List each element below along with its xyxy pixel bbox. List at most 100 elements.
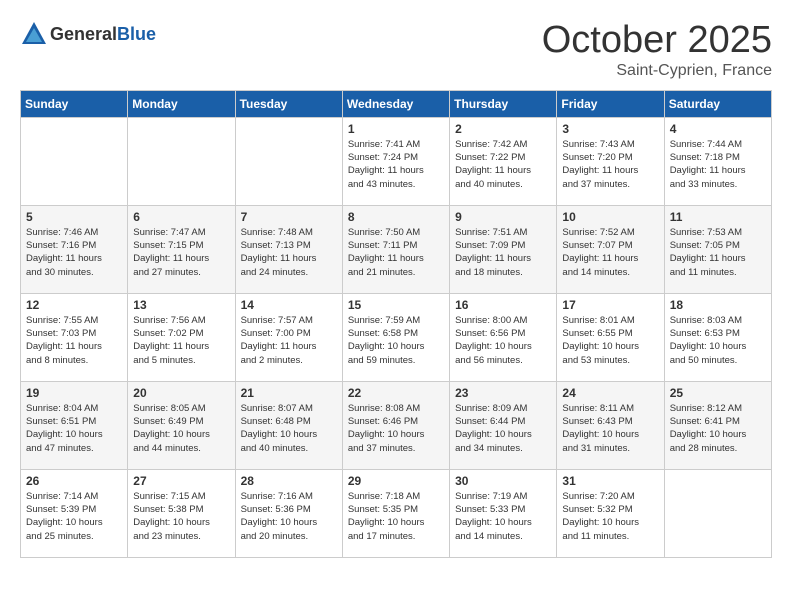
calendar-cell: 23 Sunrise: 8:09 AM Sunset: 6:44 PM Dayli…	[450, 381, 557, 469]
calendar-cell: 8Sunrise: 7:50 AM Sunset: 7:11 PM Daylig…	[342, 205, 449, 293]
cell-info: Sunrise: 7:47 AM Sunset: 7:15 PM Dayligh…	[133, 226, 229, 279]
calendar-cell: 13 Sunrise: 7:56 AM Sunset: 7:02 PM Dayli…	[128, 293, 235, 381]
day-number: 26	[26, 474, 122, 488]
cell-info: Sunrise: 7:48 AM Sunset: 7:13 PM Dayligh…	[241, 226, 337, 279]
cell-info: Sunrise: 7:50 AM Sunset: 7:11 PM Dayligh…	[348, 226, 444, 279]
cell-info: Sunrise: 7:43 AM Sunset: 7:20 PM Dayligh…	[562, 138, 658, 191]
cell-info: Sunrise: 7:51 AM Sunset: 7:09 PM Dayligh…	[455, 226, 551, 279]
calendar-cell: 18 Sunrise: 8:03 AM Sunset: 6:53 PM Dayli…	[664, 293, 771, 381]
weekday-header-cell: Friday	[557, 90, 664, 117]
calendar-cell: 20 Sunrise: 8:05 AM Sunset: 6:49 PM Dayli…	[128, 381, 235, 469]
day-number: 2	[455, 122, 551, 136]
calendar-cell: 1 Sunrise: 7:41 AM Sunset: 7:24 PM Daylig…	[342, 117, 449, 205]
day-number: 4	[670, 122, 766, 136]
calendar-cell: 30 Sunrise: 7:19 AM Sunset: 5:33 PM Dayli…	[450, 469, 557, 557]
day-number: 3	[562, 122, 658, 136]
day-number: 23	[455, 386, 551, 400]
day-number: 14	[241, 298, 337, 312]
cell-info: Sunrise: 7:41 AM Sunset: 7:24 PM Dayligh…	[348, 138, 444, 191]
calendar-week-row: 1 Sunrise: 7:41 AM Sunset: 7:24 PM Daylig…	[21, 117, 772, 205]
cell-info: Sunrise: 7:57 AM Sunset: 7:00 PM Dayligh…	[241, 314, 337, 367]
weekday-header-cell: Monday	[128, 90, 235, 117]
cell-info: Sunrise: 8:12 AM Sunset: 6:41 PM Dayligh…	[670, 402, 766, 455]
calendar-cell: 15Sunrise: 7:59 AM Sunset: 6:58 PM Dayli…	[342, 293, 449, 381]
cell-info: Sunrise: 7:42 AM Sunset: 7:22 PM Dayligh…	[455, 138, 551, 191]
calendar-cell: 11 Sunrise: 7:53 AM Sunset: 7:05 PM Dayli…	[664, 205, 771, 293]
day-number: 25	[670, 386, 766, 400]
day-number: 18	[670, 298, 766, 312]
day-number: 17	[562, 298, 658, 312]
calendar-cell: 26 Sunrise: 7:14 AM Sunset: 5:39 PM Dayli…	[21, 469, 128, 557]
calendar-cell: 7 Sunrise: 7:48 AM Sunset: 7:13 PM Daylig…	[235, 205, 342, 293]
day-number: 11	[670, 210, 766, 224]
day-number: 19	[26, 386, 122, 400]
cell-info: Sunrise: 7:14 AM Sunset: 5:39 PM Dayligh…	[26, 490, 122, 543]
day-number: 22	[348, 386, 444, 400]
cell-info: Sunrise: 7:56 AM Sunset: 7:02 PM Dayligh…	[133, 314, 229, 367]
cell-info: Sunrise: 8:01 AM Sunset: 6:55 PM Dayligh…	[562, 314, 658, 367]
cell-info: Sunrise: 7:15 AM Sunset: 5:38 PM Dayligh…	[133, 490, 229, 543]
cell-info: Sunrise: 8:09 AM Sunset: 6:44 PM Dayligh…	[455, 402, 551, 455]
logo-general-text: General	[50, 24, 117, 44]
day-number: 24	[562, 386, 658, 400]
calendar-week-row: 19Sunrise: 8:04 AM Sunset: 6:51 PM Dayli…	[21, 381, 772, 469]
cell-info: Sunrise: 7:19 AM Sunset: 5:33 PM Dayligh…	[455, 490, 551, 543]
calendar-cell: 5 Sunrise: 7:46 AM Sunset: 7:16 PM Daylig…	[21, 205, 128, 293]
cell-info: Sunrise: 7:52 AM Sunset: 7:07 PM Dayligh…	[562, 226, 658, 279]
calendar-cell	[235, 117, 342, 205]
day-number: 16	[455, 298, 551, 312]
calendar-cell: 17 Sunrise: 8:01 AM Sunset: 6:55 PM Dayli…	[557, 293, 664, 381]
weekday-header-cell: Wednesday	[342, 90, 449, 117]
calendar-week-row: 12 Sunrise: 7:55 AM Sunset: 7:03 PM Dayli…	[21, 293, 772, 381]
day-number: 15	[348, 298, 444, 312]
day-number: 27	[133, 474, 229, 488]
location-title: Saint-Cyprien, France	[542, 62, 772, 80]
calendar-week-row: 26 Sunrise: 7:14 AM Sunset: 5:39 PM Dayli…	[21, 469, 772, 557]
cell-info: Sunrise: 8:05 AM Sunset: 6:49 PM Dayligh…	[133, 402, 229, 455]
day-number: 28	[241, 474, 337, 488]
weekday-header-cell: Tuesday	[235, 90, 342, 117]
cell-info: Sunrise: 7:18 AM Sunset: 5:35 PM Dayligh…	[348, 490, 444, 543]
cell-info: Sunrise: 7:16 AM Sunset: 5:36 PM Dayligh…	[241, 490, 337, 543]
cell-info: Sunrise: 7:20 AM Sunset: 5:32 PM Dayligh…	[562, 490, 658, 543]
calendar-cell: 24 Sunrise: 8:11 AM Sunset: 6:43 PM Dayli…	[557, 381, 664, 469]
day-number: 29	[348, 474, 444, 488]
calendar-cell: 16 Sunrise: 8:00 AM Sunset: 6:56 PM Dayli…	[450, 293, 557, 381]
cell-info: Sunrise: 8:00 AM Sunset: 6:56 PM Dayligh…	[455, 314, 551, 367]
weekday-header-row: SundayMondayTuesdayWednesdayThursdayFrid…	[21, 90, 772, 117]
day-number: 31	[562, 474, 658, 488]
weekday-header-cell: Saturday	[664, 90, 771, 117]
cell-info: Sunrise: 7:55 AM Sunset: 7:03 PM Dayligh…	[26, 314, 122, 367]
day-number: 13	[133, 298, 229, 312]
cell-info: Sunrise: 7:53 AM Sunset: 7:05 PM Dayligh…	[670, 226, 766, 279]
cell-info: Sunrise: 8:11 AM Sunset: 6:43 PM Dayligh…	[562, 402, 658, 455]
day-number: 10	[562, 210, 658, 224]
day-number: 12	[26, 298, 122, 312]
calendar-cell: 4Sunrise: 7:44 AM Sunset: 7:18 PM Daylig…	[664, 117, 771, 205]
day-number: 1	[348, 122, 444, 136]
weekday-header-cell: Thursday	[450, 90, 557, 117]
month-title: October 2025	[542, 20, 772, 62]
weekday-header-cell: Sunday	[21, 90, 128, 117]
calendar-cell: 2 Sunrise: 7:42 AM Sunset: 7:22 PM Daylig…	[450, 117, 557, 205]
calendar-cell	[21, 117, 128, 205]
day-number: 20	[133, 386, 229, 400]
calendar-cell: 19Sunrise: 8:04 AM Sunset: 6:51 PM Dayli…	[21, 381, 128, 469]
calendar-table: SundayMondayTuesdayWednesdayThursdayFrid…	[20, 90, 772, 558]
calendar-week-row: 5 Sunrise: 7:46 AM Sunset: 7:16 PM Daylig…	[21, 205, 772, 293]
day-number: 5	[26, 210, 122, 224]
calendar-cell: 29 Sunrise: 7:18 AM Sunset: 5:35 PM Dayli…	[342, 469, 449, 557]
day-number: 30	[455, 474, 551, 488]
day-number: 7	[241, 210, 337, 224]
cell-info: Sunrise: 8:03 AM Sunset: 6:53 PM Dayligh…	[670, 314, 766, 367]
calendar-cell: 25 Sunrise: 8:12 AM Sunset: 6:41 PM Dayli…	[664, 381, 771, 469]
calendar-cell: 6Sunrise: 7:47 AM Sunset: 7:15 PM Daylig…	[128, 205, 235, 293]
calendar-cell: 27 Sunrise: 7:15 AM Sunset: 5:38 PM Dayli…	[128, 469, 235, 557]
calendar-cell: 21Sunrise: 8:07 AM Sunset: 6:48 PM Dayli…	[235, 381, 342, 469]
logo: GeneralBlue	[20, 20, 156, 48]
day-number: 9	[455, 210, 551, 224]
cell-info: Sunrise: 7:46 AM Sunset: 7:16 PM Dayligh…	[26, 226, 122, 279]
calendar-cell: 10 Sunrise: 7:52 AM Sunset: 7:07 PM Dayli…	[557, 205, 664, 293]
logo-blue-text: Blue	[117, 24, 156, 44]
calendar-cell: 9 Sunrise: 7:51 AM Sunset: 7:09 PM Daylig…	[450, 205, 557, 293]
